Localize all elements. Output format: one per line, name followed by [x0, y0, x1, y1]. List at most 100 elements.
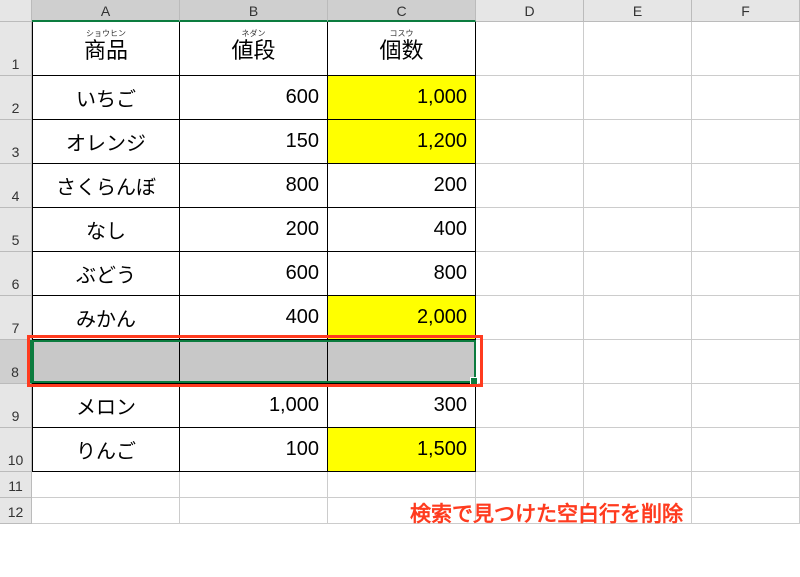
cell-f3[interactable] [692, 120, 800, 164]
cell-e3[interactable] [584, 120, 692, 164]
row-1: ショウヒン商品ネダン値段コスウ個数 [32, 22, 800, 76]
cell-c4[interactable]: 200 [328, 164, 476, 208]
cell-d2[interactable] [476, 76, 584, 120]
cell-a7[interactable]: みかん [32, 296, 180, 340]
cell-b4[interactable]: 800 [180, 164, 328, 208]
cell-f12[interactable] [692, 498, 800, 524]
ruby: コスウ [390, 30, 414, 38]
cell-f4[interactable] [692, 164, 800, 208]
cell-a1[interactable]: ショウヒン商品 [32, 22, 180, 76]
cell-b1[interactable]: ネダン値段 [180, 22, 328, 76]
row-header-1[interactable]: 1 [0, 22, 32, 76]
cell-e8[interactable] [584, 340, 692, 384]
cell-a4[interactable]: さくらんぼ [32, 164, 180, 208]
cell-b12[interactable] [180, 498, 328, 524]
col-header-d[interactable]: D [476, 0, 584, 22]
row-header-10[interactable]: 10 [0, 428, 32, 472]
col-header-b[interactable]: B [180, 0, 328, 22]
row-header-11[interactable]: 11 [0, 472, 32, 498]
cell-d8[interactable] [476, 340, 584, 384]
cell-f6[interactable] [692, 252, 800, 296]
spreadsheet: ABCDEF 123456789101112 ショウヒン商品ネダン値段コスウ個数… [0, 0, 800, 577]
cell-a2[interactable]: いちご [32, 76, 180, 120]
header-label: 商品 [84, 38, 128, 64]
row-header-2[interactable]: 2 [0, 76, 32, 120]
cell-c10[interactable]: 1,500 [328, 428, 476, 472]
cell-b5[interactable]: 200 [180, 208, 328, 252]
cell-f9[interactable] [692, 384, 800, 428]
cell-e4[interactable] [584, 164, 692, 208]
select-all-corner[interactable] [0, 0, 32, 22]
cell-a3[interactable]: オレンジ [32, 120, 180, 164]
cell-d3[interactable] [476, 120, 584, 164]
cell-f11[interactable] [692, 472, 800, 498]
row-header-9[interactable]: 9 [0, 384, 32, 428]
cell-d7[interactable] [476, 296, 584, 340]
row-header-12[interactable]: 12 [0, 498, 32, 524]
cell-d10[interactable] [476, 428, 584, 472]
row-3: オレンジ1501,200 [32, 120, 800, 164]
cell-d5[interactable] [476, 208, 584, 252]
col-header-e[interactable]: E [584, 0, 692, 22]
cell-a6[interactable]: ぶどう [32, 252, 180, 296]
col-header-c[interactable]: C [328, 0, 476, 22]
cell-b10[interactable]: 100 [180, 428, 328, 472]
cell-c1[interactable]: コスウ個数 [328, 22, 476, 76]
cell-c8[interactable] [328, 340, 476, 384]
cell-b8[interactable] [180, 340, 328, 384]
cell-b6[interactable]: 600 [180, 252, 328, 296]
cell-c11[interactable] [328, 472, 476, 498]
cell-a9[interactable]: メロン [32, 384, 180, 428]
cell-b2[interactable]: 600 [180, 76, 328, 120]
row-header-8[interactable]: 8 [0, 340, 32, 384]
cell-b7[interactable]: 400 [180, 296, 328, 340]
cell-c3[interactable]: 1,200 [328, 120, 476, 164]
cell-a10[interactable]: りんご [32, 428, 180, 472]
row-header-4[interactable]: 4 [0, 164, 32, 208]
col-header-a[interactable]: A [32, 0, 180, 22]
row-header-3[interactable]: 3 [0, 120, 32, 164]
cell-f8[interactable] [692, 340, 800, 384]
cell-b9[interactable]: 1,000 [180, 384, 328, 428]
cell-e1[interactable] [584, 22, 692, 76]
cell-e2[interactable] [584, 76, 692, 120]
cell-f10[interactable] [692, 428, 800, 472]
ruby: ショウヒン [86, 30, 126, 38]
cell-d11[interactable] [476, 472, 584, 498]
cell-c9[interactable]: 300 [328, 384, 476, 428]
row-8 [32, 340, 800, 384]
col-header-f[interactable]: F [692, 0, 800, 22]
cell-d9[interactable] [476, 384, 584, 428]
cell-a8[interactable] [32, 340, 180, 384]
cell-c5[interactable]: 400 [328, 208, 476, 252]
cell-f1[interactable] [692, 22, 800, 76]
cell-f5[interactable] [692, 208, 800, 252]
row-header-7[interactable]: 7 [0, 296, 32, 340]
cell-e7[interactable] [584, 296, 692, 340]
header-label: 個数 [379, 38, 423, 64]
cell-d1[interactable] [476, 22, 584, 76]
cell-e11[interactable] [584, 472, 692, 498]
cell-f2[interactable] [692, 76, 800, 120]
cell-b11[interactable] [180, 472, 328, 498]
cell-c2[interactable]: 1,000 [328, 76, 476, 120]
cell-c7[interactable]: 2,000 [328, 296, 476, 340]
cell-a12[interactable] [32, 498, 180, 524]
row-header-6[interactable]: 6 [0, 252, 32, 296]
cell-f7[interactable] [692, 296, 800, 340]
cell-e10[interactable] [584, 428, 692, 472]
cell-d6[interactable] [476, 252, 584, 296]
cell-b3[interactable]: 150 [180, 120, 328, 164]
row-header-col: 123456789101112 [0, 22, 32, 524]
row-header-5[interactable]: 5 [0, 208, 32, 252]
annotation-text: 検索で見つけた空白行を削除 [410, 498, 683, 528]
row-2: いちご6001,000 [32, 76, 800, 120]
cell-e5[interactable] [584, 208, 692, 252]
cell-a11[interactable] [32, 472, 180, 498]
cell-c6[interactable]: 800 [328, 252, 476, 296]
cell-e9[interactable] [584, 384, 692, 428]
row-5: なし200400 [32, 208, 800, 252]
cell-d4[interactable] [476, 164, 584, 208]
cell-e6[interactable] [584, 252, 692, 296]
cell-a5[interactable]: なし [32, 208, 180, 252]
